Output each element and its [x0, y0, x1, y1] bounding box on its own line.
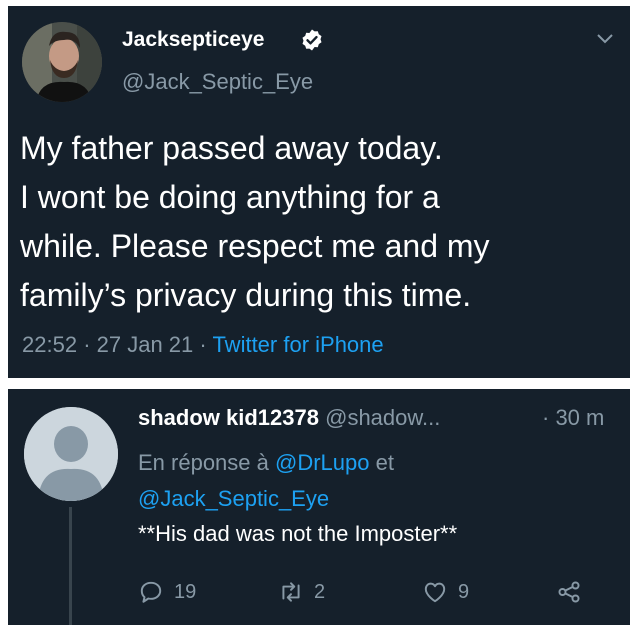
avatar[interactable]	[22, 22, 102, 102]
reply-text: **His dad was not the Imposter**	[138, 521, 458, 546]
chevron-down-icon[interactable]	[596, 32, 614, 46]
display-name[interactable]: Jacksepticeye	[122, 28, 264, 52]
separator: ·	[83, 332, 91, 357]
mention-link[interactable]: @Jack_Septic_Eye	[138, 486, 329, 511]
reply-header: shadow kid12378 @shadow...	[138, 405, 440, 431]
retweet-count: 2	[314, 580, 326, 603]
tweet-text: My father passed away today. I wont be d…	[20, 124, 620, 320]
mention-link[interactable]: @DrLupo	[275, 450, 370, 475]
reply-button[interactable]: 19	[138, 579, 196, 605]
handle[interactable]: @Jack_Septic_Eye	[122, 69, 313, 95]
tweet-line: family’s privacy during this time.	[20, 277, 472, 313]
default-avatar-icon[interactable]	[24, 407, 118, 501]
retweet-icon	[282, 582, 300, 602]
tweet-line: while. Please respect me and my	[20, 228, 490, 264]
share-icon	[558, 581, 580, 603]
reply-display-name[interactable]: shadow kid12378	[138, 405, 319, 430]
replying-to: En réponse à @DrLupo et @Jack_Septic_Eye	[138, 445, 518, 517]
tweet-time[interactable]: 22:52	[22, 332, 77, 357]
reply-timestamp[interactable]: · 30 m	[542, 405, 604, 431]
like-button[interactable]: 9	[422, 579, 469, 605]
replying-to-conj: et	[375, 450, 394, 475]
tweet-source[interactable]: Twitter for iPhone	[212, 332, 383, 357]
share-button[interactable]	[556, 579, 582, 605]
action-bar: 19 2 9	[138, 579, 608, 611]
like-count: 9	[458, 580, 470, 603]
reply-icon	[140, 581, 162, 603]
tweet-card: Jacksepticeye @Jack_Septic_Eye My father…	[8, 6, 630, 378]
reply-card: shadow kid12378 @shadow... · 30 m En rép…	[8, 389, 630, 625]
verified-badge-icon	[302, 29, 322, 51]
avatar-photo	[22, 22, 102, 102]
reply-handle[interactable]: @shadow...	[325, 405, 440, 430]
tweet-line: My father passed away today.	[20, 130, 443, 166]
separator: ·	[199, 332, 207, 357]
tweet-date[interactable]: 27 Jan 21	[97, 332, 194, 357]
retweet-button[interactable]: 2	[278, 579, 325, 605]
like-icon	[424, 582, 446, 603]
thread-line	[69, 507, 72, 625]
tweet-meta: 22:52 · 27 Jan 21 · Twitter for iPhone	[22, 332, 384, 358]
reply-count: 19	[174, 580, 197, 603]
default-avatar-graphic	[24, 407, 118, 501]
replying-to-label: En réponse à	[138, 450, 269, 475]
tweet-line: I wont be doing anything for a	[20, 179, 440, 215]
